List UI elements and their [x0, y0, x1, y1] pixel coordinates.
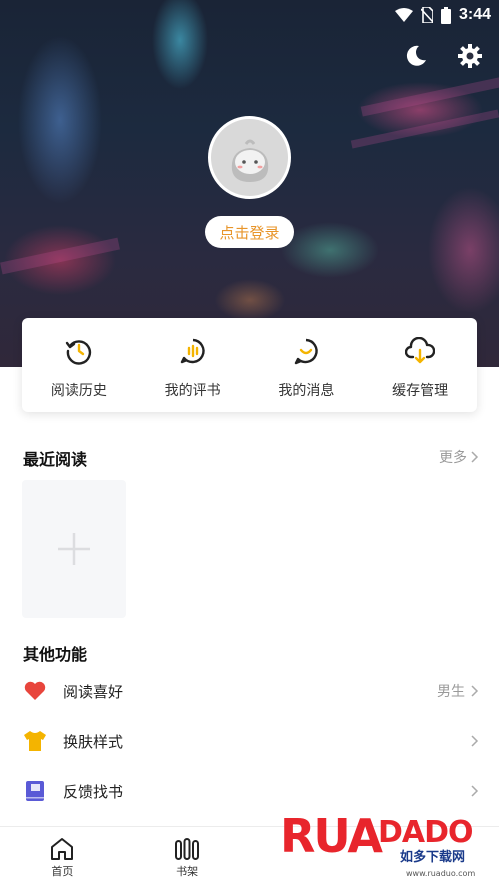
shortcut-reading-history[interactable]: 阅读历史: [22, 318, 136, 412]
shortcut-card: 阅读历史 我的评书 我的消息 缓存管理: [22, 318, 477, 412]
tab-home[interactable]: 首页: [0, 827, 125, 887]
status-time: 3:44: [458, 6, 491, 23]
list-item-skin-style[interactable]: 换肤样式: [0, 716, 499, 766]
svg-text:DADO: DADO: [378, 815, 473, 850]
message-icon: [291, 336, 321, 366]
heart-icon: [23, 679, 47, 703]
chevron-right-icon: [471, 785, 479, 797]
home-icon: [51, 838, 74, 860]
other-functions-title: 其他功能: [23, 645, 88, 664]
night-mode-icon[interactable]: [402, 42, 430, 70]
more-label: 更多: [439, 450, 467, 466]
status-bar: 3:44: [394, 0, 491, 30]
shortcut-label: 缓存管理: [392, 383, 449, 399]
wifi-icon: [394, 8, 413, 22]
svg-text:www.ruaduo.com: www.ruaduo.com: [406, 869, 475, 878]
history-icon: [64, 336, 94, 366]
plus-icon: [58, 533, 90, 565]
avatar[interactable]: [208, 116, 291, 199]
shortcut-label: 我的评书: [164, 383, 221, 399]
comment-icon: [178, 336, 208, 366]
chevron-right-icon: [471, 735, 479, 747]
list-item-label: 阅读喜好: [63, 682, 124, 701]
chevron-right-icon: [471, 451, 479, 463]
bookshelf-icon: [175, 838, 200, 860]
tshirt-icon: [23, 729, 47, 753]
list-item-reading-preference[interactable]: 阅读喜好 男生: [0, 666, 499, 716]
shortcut-cache-management[interactable]: 缓存管理: [363, 318, 477, 412]
recent-reading-title: 最近阅读: [23, 450, 88, 469]
robot-avatar-icon: [231, 139, 268, 182]
shortcut-label: 阅读历史: [50, 383, 107, 399]
battery-icon: [440, 6, 451, 24]
cloud-download-icon: [405, 336, 436, 366]
tab-label: 书架: [176, 865, 199, 878]
svg-text:RUA: RUA: [280, 809, 383, 863]
more-link[interactable]: 更多: [439, 447, 479, 467]
no-sim-icon: [420, 7, 433, 23]
shortcut-label: 我的消息: [278, 383, 335, 399]
settings-gear-icon[interactable]: [456, 42, 484, 70]
tab-bookshelf[interactable]: 书架: [125, 827, 250, 887]
list-item-label: 换肤样式: [63, 732, 124, 751]
tab-label: 首页: [51, 865, 74, 878]
list-item-label: 反馈找书: [63, 782, 124, 801]
book-icon: [23, 779, 47, 803]
shortcut-my-messages[interactable]: 我的消息: [250, 318, 364, 412]
shortcut-my-reviews[interactable]: 我的评书: [136, 318, 250, 412]
add-book-button[interactable]: [22, 480, 126, 618]
chevron-right-icon: [471, 685, 479, 697]
login-button[interactable]: 点击登录: [205, 216, 294, 248]
site-watermark-logo: RUA DADO 如多下载网 www.ruaduo.com: [280, 809, 484, 878]
svg-text:如多下载网: 如多下载网: [400, 849, 465, 865]
list-item-value: 男生: [437, 684, 465, 700]
